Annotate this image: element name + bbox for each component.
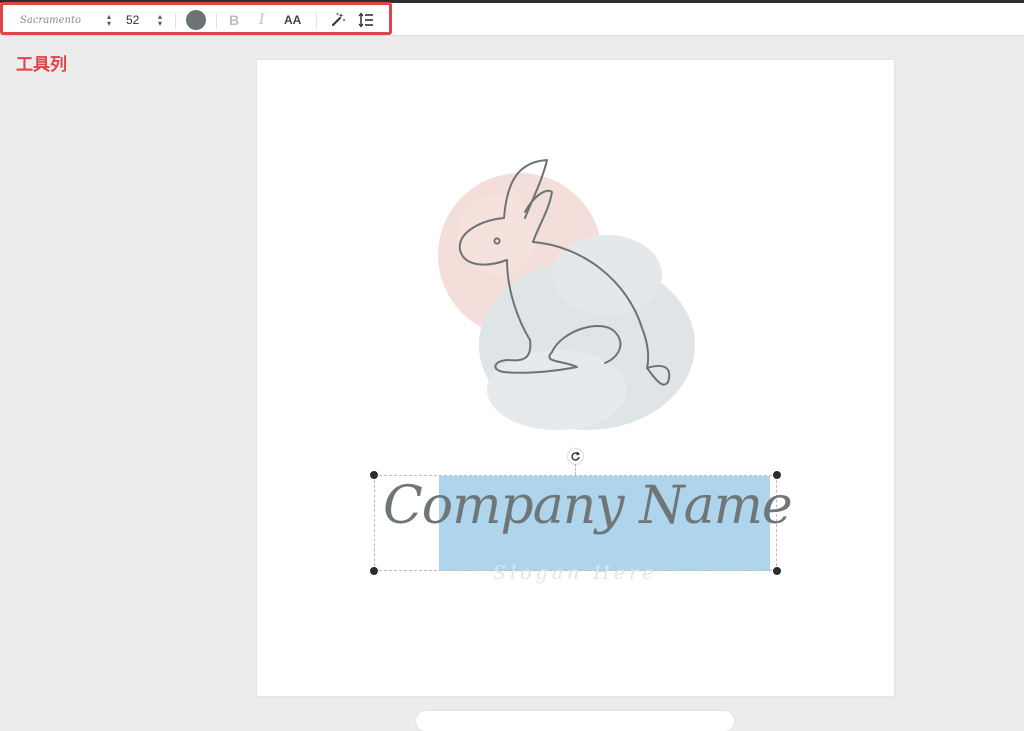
canvas-zoom-bar[interactable] [416, 711, 734, 731]
rotate-icon[interactable] [568, 449, 583, 464]
toolbar-callout-label: 工具列 [16, 55, 67, 75]
resize-handle-top-right[interactable] [773, 471, 781, 479]
resize-handle-bottom-left[interactable] [370, 567, 378, 575]
company-name-text[interactable]: Company Name [383, 456, 793, 556]
design-canvas[interactable] [257, 60, 894, 731]
resize-handle-bottom-right[interactable] [773, 567, 781, 575]
resize-handle-top-left[interactable] [370, 471, 378, 479]
rabbit-logo[interactable] [257, 60, 894, 696]
toolbar-callout-box [0, 2, 392, 35]
rotate-connector [575, 464, 576, 475]
slogan-text[interactable]: Slogan Here [493, 562, 668, 588]
